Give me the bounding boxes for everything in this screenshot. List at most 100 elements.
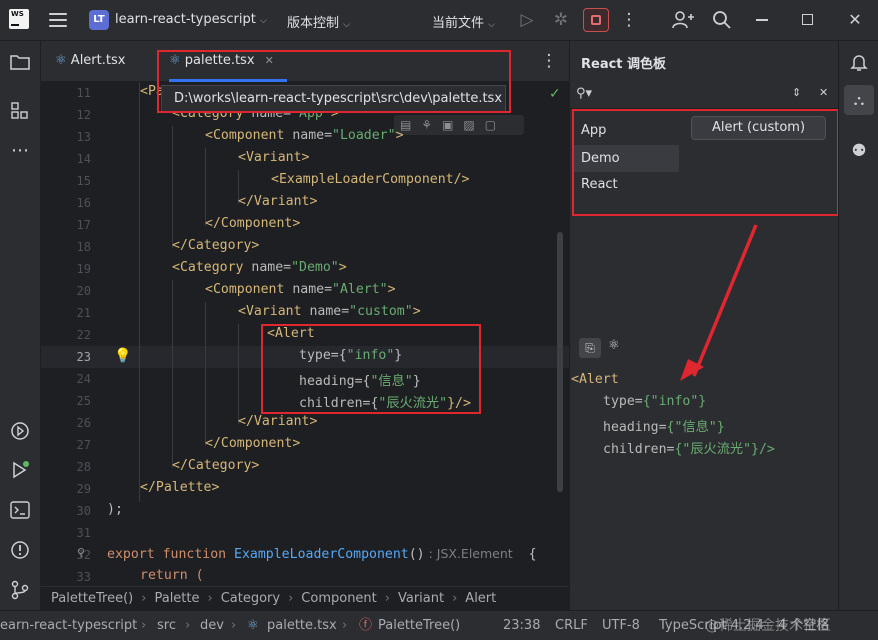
code-token: "Alert" (332, 282, 388, 297)
search-icon[interactable] (712, 10, 732, 30)
code-token: </Variant> (238, 194, 318, 209)
crumb-item[interactable]: Variant (398, 591, 444, 606)
structure-icon[interactable] (11, 102, 29, 120)
react-palette-panel: React 调色板 ⚲▾ ⇕ ✕ App Demo React Alert (c… (569, 41, 839, 610)
type-hint: : JSX.Element (424, 546, 513, 561)
line-number: 20 (76, 284, 91, 298)
code-editor[interactable]: 11 12 13 14 15 16 17 18 19 20 21 22 23 24 25 26 27 28 29 30… (41, 82, 569, 586)
services-icon[interactable] (10, 421, 30, 441)
code-token: name= (301, 304, 350, 319)
run-config-selector[interactable]: 当前文件 ⌵ (432, 12, 495, 31)
category-react[interactable]: React (574, 173, 679, 201)
project-name: learn-react-typescript (115, 12, 256, 27)
code-token: > (387, 282, 396, 297)
close-window-icon[interactable]: ✕ (843, 8, 867, 32)
nav-bar-file[interactable]: palette.tsx (267, 611, 337, 640)
code-token: </Category> (172, 238, 260, 253)
code-token: name= (284, 128, 333, 143)
function-icon: ⓕ (359, 618, 373, 633)
problems-icon[interactable] (10, 540, 30, 560)
alert-custom-button[interactable]: Alert (custom) (691, 116, 826, 140)
more-actions-icon[interactable]: ⋮ (617, 8, 641, 32)
terminal-icon[interactable] (10, 501, 30, 519)
category-app[interactable]: App (574, 119, 679, 147)
notifications-icon[interactable] (849, 52, 869, 72)
project-folder-icon[interactable] (10, 53, 30, 71)
editor-scrollbar[interactable] (557, 232, 563, 492)
tab-palette[interactable]: ⚛ palette.tsx ✕ (169, 41, 287, 82)
ai-assistant-icon[interactable]: ⚉ (847, 139, 871, 163)
stop-button[interactable] (583, 8, 609, 32)
code-token: ExampleLoaderComponent (234, 547, 409, 562)
line-number: 30 (76, 504, 91, 518)
line-number: 17 (76, 218, 91, 232)
line-number: 15 (76, 174, 91, 188)
code-token: "custom" (349, 304, 413, 319)
nav-bar-dev[interactable]: dev (200, 611, 224, 640)
lightbulb-icon[interactable]: 💡 (114, 348, 131, 364)
category-demo[interactable]: Demo (574, 145, 679, 172)
code-token: </Palette> (140, 480, 220, 495)
add-user-icon[interactable] (672, 10, 694, 30)
code-token: export function (107, 547, 235, 562)
line-number: 14 (76, 152, 91, 166)
line-number: 26 (76, 416, 91, 430)
more-tools-icon[interactable]: ⋯ (8, 139, 32, 163)
maximize-icon[interactable] (802, 14, 813, 25)
project-switcher[interactable]: learn-react-typescript ⌵ (115, 12, 267, 27)
preview-code-icon[interactable]: ⎘ (579, 338, 601, 358)
inline-toolbar[interactable]: ▤⚘▣▨▢ (394, 115, 524, 135)
main-menu-icon[interactable] (49, 13, 67, 27)
palette-icon[interactable]: ⛬ (844, 85, 874, 115)
line-number: 13 (76, 130, 91, 144)
vcs-menu[interactable]: 版本控制 ⌵ (287, 12, 350, 31)
nav-bar-project[interactable]: earn-react-typescript (0, 611, 137, 640)
line-separator[interactable]: CRLF (555, 611, 588, 640)
close-tab-icon[interactable]: ✕ (265, 54, 274, 67)
line-number: 19 (76, 262, 91, 276)
react-icon: ⚛ (55, 53, 67, 68)
collapse-icon[interactable]: ✕ (819, 86, 828, 99)
line-number: 16 (76, 196, 91, 210)
nav-bar-src[interactable]: src (157, 611, 176, 640)
code-token: </Category> (172, 458, 260, 473)
crumb-item[interactable]: Category (221, 591, 280, 606)
preview-component-icon[interactable]: ⚛ (608, 338, 620, 353)
crumb-item[interactable]: PaletteTree() (51, 591, 133, 606)
code-token: () (408, 547, 425, 562)
code-token: </Variant> (238, 414, 318, 429)
webstorm-logo: WS (9, 9, 29, 29)
line-number: 29 (76, 482, 91, 496)
run-icon[interactable]: ▷ (515, 8, 539, 32)
stop-icon (591, 15, 601, 25)
breadcrumb: PaletteTree() › Palette › Category › Component… (41, 586, 569, 610)
tab-alert[interactable]: ⚛ Alert.tsx (55, 41, 125, 81)
cursor-position[interactable]: 23:38 (503, 611, 540, 640)
tab-label: palette.tsx (184, 53, 255, 68)
run-tool-icon[interactable] (10, 460, 30, 480)
usages-icon[interactable]: ⚲ (77, 546, 85, 559)
code-token: type= (299, 348, 339, 363)
react-icon: ⚛ (247, 618, 259, 633)
file-encoding[interactable]: UTF-8 (602, 611, 640, 640)
code-token: > (412, 304, 421, 319)
code-token: <Category (172, 260, 244, 275)
expand-icon[interactable]: ⇕ (792, 86, 801, 99)
preview-token: <Alert (571, 372, 619, 387)
git-icon[interactable] (11, 580, 29, 600)
preview-token: children= (603, 442, 675, 457)
minimize-icon[interactable] (756, 19, 768, 21)
nav-bar-function[interactable]: PaletteTree() (378, 611, 460, 640)
crumb-item[interactable]: Component (301, 591, 376, 606)
crumb-item[interactable]: Palette (154, 591, 199, 606)
watermark: @稀土掘金技术社区 (705, 618, 831, 634)
tab-menu-icon[interactable]: ⋮ (537, 49, 561, 73)
code-token: { (512, 547, 537, 562)
preview-token: {"info"} (642, 394, 707, 409)
project-badge[interactable]: LT (89, 10, 109, 30)
crumb-item[interactable]: Alert (465, 591, 496, 606)
vcs-label: 版本控制 (287, 16, 340, 31)
debug-icon[interactable]: ✲ (549, 8, 573, 32)
palette-search[interactable]: ⚲▾ ⇕ ✕ (570, 81, 838, 109)
ide-window: WS LT learn-react-typescript ⌵ 版本控制 ⌵ 当前… (0, 0, 878, 640)
